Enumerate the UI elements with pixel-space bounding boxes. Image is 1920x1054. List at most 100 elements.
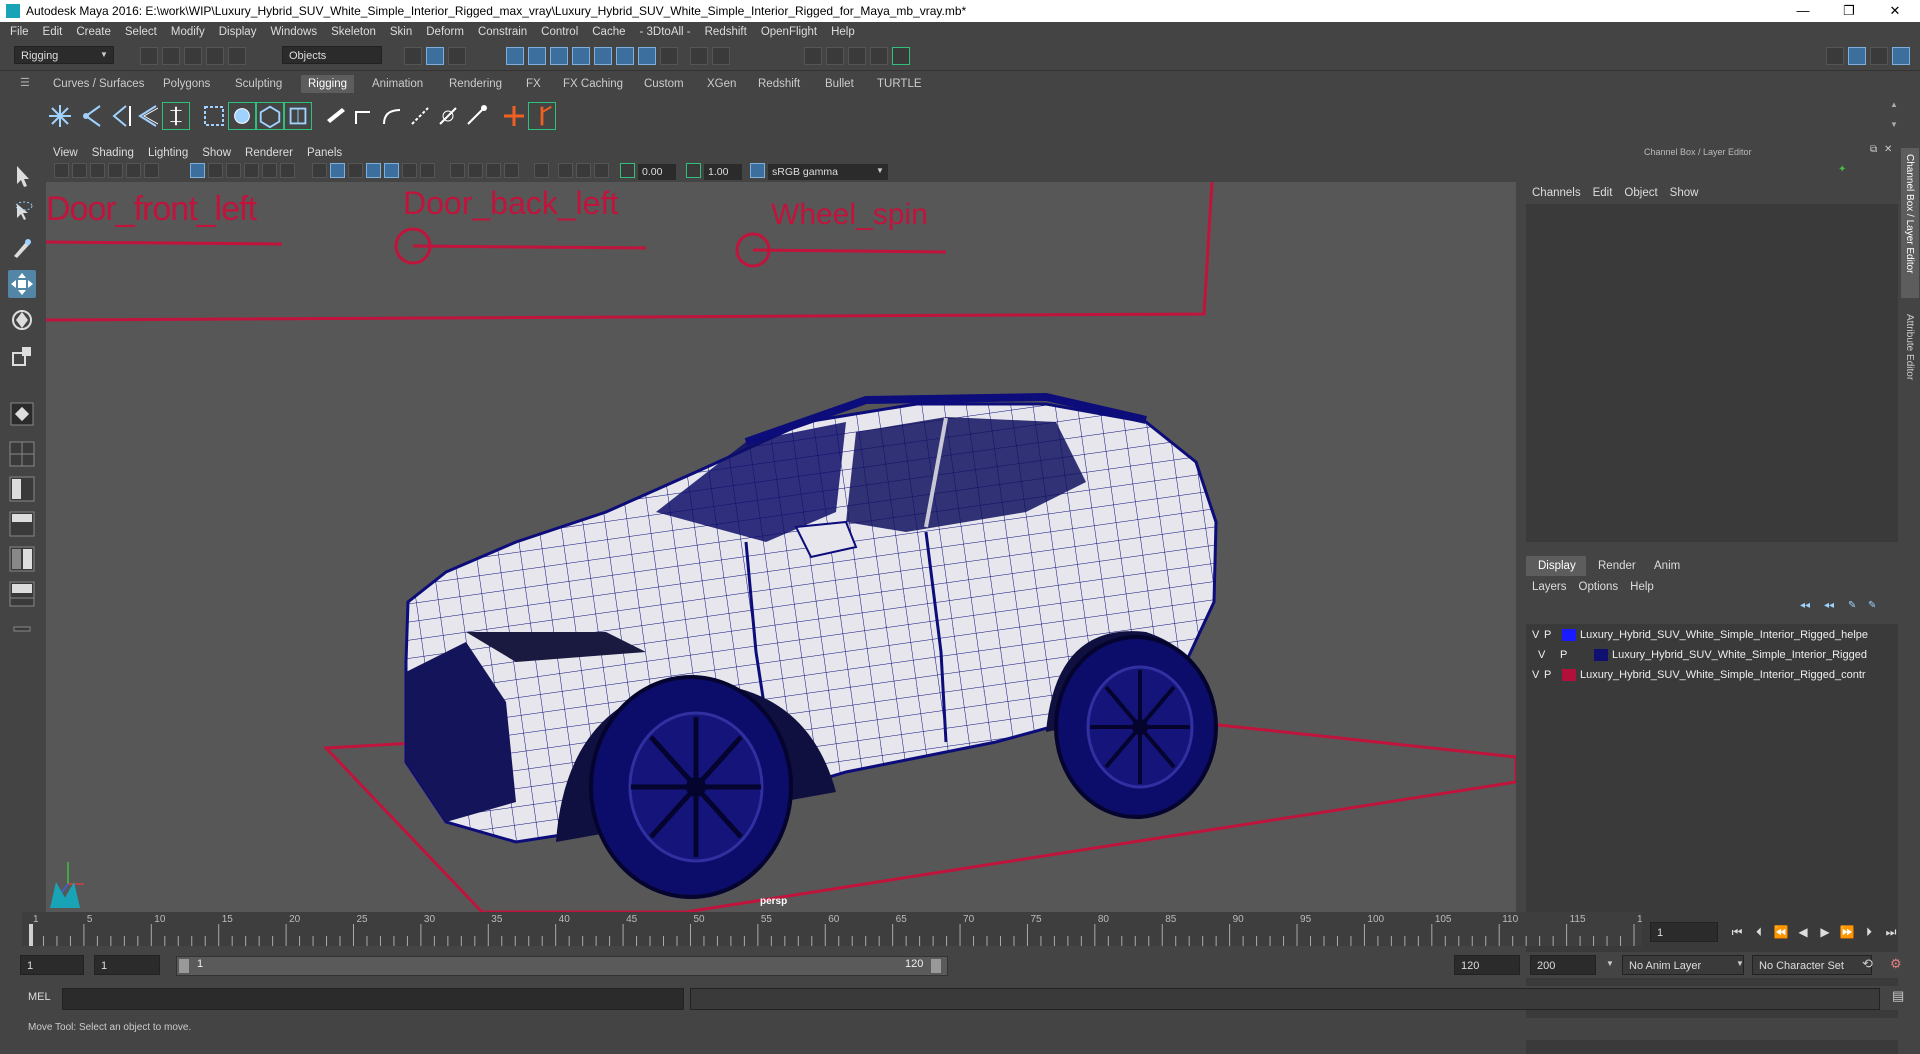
input-output-icon[interactable]: [712, 47, 730, 65]
joint-tool-icon[interactable]: [46, 102, 74, 130]
paint-weights-icon[interactable]: [322, 102, 350, 130]
camera-attributes-icon[interactable]: [72, 163, 87, 178]
layer-playback-toggle[interactable]: P: [1544, 666, 1551, 684]
shelf-tab-bullet[interactable]: Bullet: [818, 75, 861, 93]
rotate-tool-icon[interactable]: [8, 306, 36, 334]
ik-spline-icon[interactable]: [134, 102, 162, 130]
shelf-scroll-down-icon[interactable]: ▼: [1890, 120, 1898, 129]
snap-live-icon[interactable]: [594, 47, 612, 65]
gamma-field[interactable]: 1.00: [704, 164, 742, 180]
channel-box-area[interactable]: [1526, 204, 1898, 542]
tab-render[interactable]: Render: [1592, 557, 1642, 575]
playback-end-field[interactable]: 120: [1454, 955, 1520, 975]
float-panel-icon[interactable]: ⧉: [1870, 144, 1877, 155]
menu-skin[interactable]: Skin: [383, 22, 419, 42]
move-layer-down-icon[interactable]: ◂◂: [1824, 600, 1834, 611]
layer-row[interactable]: V P Luxury_Hybrid_SUV_White_Simple_Inter…: [1526, 666, 1898, 684]
menu-edit[interactable]: Edit: [36, 22, 70, 42]
layer-playback-toggle[interactable]: P: [1560, 646, 1567, 664]
layer-name[interactable]: Luxury_Hybrid_SUV_White_Simple_Interior_…: [1580, 666, 1866, 684]
color-management-icon[interactable]: [750, 163, 765, 178]
step-forward-key-icon[interactable]: ⏩: [1836, 925, 1858, 939]
layer-visibility-toggle[interactable]: V: [1532, 626, 1539, 644]
open-scene-icon[interactable]: [162, 47, 180, 65]
xray-icon[interactable]: [558, 163, 573, 178]
menu-modify[interactable]: Modify: [164, 22, 212, 42]
manipulator-icon[interactable]: ✦: [1838, 164, 1846, 175]
lasso-tool-icon[interactable]: [8, 198, 36, 226]
wheel-spin-control-curve[interactable]: [752, 248, 947, 254]
layer-visibility-toggle[interactable]: V: [1532, 666, 1539, 684]
scene-end-field[interactable]: 200: [1530, 955, 1596, 975]
select-tool-icon[interactable]: [8, 162, 36, 190]
menu-windows[interactable]: Windows: [263, 22, 324, 42]
multisample-aa-icon[interactable]: [486, 163, 501, 178]
menu-layer-help[interactable]: Help: [1624, 578, 1660, 596]
mode-selector[interactable]: Rigging: [14, 46, 114, 64]
shadows-icon[interactable]: [420, 163, 435, 178]
save-scene-icon[interactable]: [184, 47, 202, 65]
constraint-aim-icon[interactable]: [462, 102, 490, 130]
snap-curve-icon[interactable]: [528, 47, 546, 65]
field-chart-icon[interactable]: [262, 163, 277, 178]
render-frame-icon[interactable]: [826, 47, 844, 65]
constraint-point-icon[interactable]: [350, 102, 378, 130]
menu-channel-edit[interactable]: Edit: [1587, 184, 1619, 202]
set-driven-key-icon[interactable]: [500, 102, 528, 130]
current-time-marker[interactable]: [29, 924, 33, 946]
select-by-hierarchy-icon[interactable]: [404, 47, 422, 65]
channel-box-toggle-icon[interactable]: [1892, 47, 1910, 65]
textured-icon[interactable]: [384, 163, 399, 178]
side-tab-channel-box[interactable]: Channel Box / Layer Editor: [1904, 154, 1915, 274]
shelf-tab-rendering[interactable]: Rendering: [442, 75, 509, 93]
menu-layers[interactable]: Layers: [1526, 578, 1573, 596]
insert-joint-icon[interactable]: [78, 102, 106, 130]
layout-collapse-icon[interactable]: [8, 615, 36, 643]
close-button[interactable]: ✕: [1872, 0, 1918, 22]
wireframe-on-shaded-icon[interactable]: [366, 163, 381, 178]
viewport-menu-view[interactable]: View: [46, 144, 85, 162]
snap-view-plane-icon[interactable]: [572, 47, 590, 65]
screen-space-ao-icon[interactable]: [450, 163, 465, 178]
redo-icon[interactable]: [228, 47, 246, 65]
menu-display[interactable]: Display: [212, 22, 264, 42]
menu-3dtoall[interactable]: - 3DtoAll -: [633, 22, 698, 42]
menu-redshift[interactable]: Redshift: [698, 22, 754, 42]
layer-row[interactable]: V P Luxury_Hybrid_SUV_White_Simple_Inter…: [1526, 626, 1898, 644]
tab-anim[interactable]: Anim: [1648, 557, 1686, 575]
xray-active-components-icon[interactable]: [576, 163, 591, 178]
viewport-menu-show[interactable]: Show: [195, 144, 238, 162]
range-end-handle[interactable]: [931, 959, 941, 973]
help-query-icon[interactable]: [660, 47, 678, 65]
bookmark-icon[interactable]: [90, 163, 105, 178]
shelf-tab-redshift[interactable]: Redshift: [751, 75, 807, 93]
anim-layer-selector[interactable]: No Anim Layer: [1622, 955, 1744, 975]
snap-grid-icon[interactable]: [506, 47, 524, 65]
shelf-scroll-up-icon[interactable]: ▲: [1890, 100, 1898, 109]
viewport-menu-panels[interactable]: Panels: [300, 144, 349, 162]
move-tool-icon[interactable]: [8, 270, 36, 298]
menu-constrain[interactable]: Constrain: [471, 22, 534, 42]
two-d-pan-zoom-icon[interactable]: [126, 163, 141, 178]
use-all-lights-icon[interactable]: [402, 163, 417, 178]
depth-of-field-icon[interactable]: [504, 163, 519, 178]
shelf-tab-polygons[interactable]: Polygons: [156, 75, 217, 93]
viewport-menu-lighting[interactable]: Lighting: [141, 144, 195, 162]
current-frame-field[interactable]: 1: [1650, 922, 1718, 942]
perspective-viewport[interactable]: Door_front_left Door_back_left Wheel_spi…: [46, 182, 1516, 912]
layout-two-pane-icon[interactable]: [8, 475, 36, 503]
front-wheel[interactable]: [589, 675, 793, 899]
shelf-tab-curves-surfaces[interactable]: Curves / Surfaces: [46, 75, 151, 93]
rear-wheel[interactable]: [1054, 635, 1218, 819]
preferences-icon[interactable]: ⚙: [1890, 956, 1902, 972]
menu-channels[interactable]: Channels: [1526, 184, 1587, 202]
viewport-menu-renderer[interactable]: Renderer: [238, 144, 300, 162]
layer-color-swatch[interactable]: [1562, 669, 1576, 681]
layer-playback-toggle[interactable]: P: [1544, 626, 1551, 644]
shelf-tab-turtle[interactable]: TURTLE: [870, 75, 929, 93]
use-default-material-icon[interactable]: [348, 163, 363, 178]
layer-row[interactable]: V P Luxury_Hybrid_SUV_White_Simple_Inter…: [1526, 646, 1898, 664]
motion-blur-icon[interactable]: [468, 163, 483, 178]
constraint-orient-icon[interactable]: [378, 102, 406, 130]
smooth-skin-icon[interactable]: [284, 102, 312, 130]
